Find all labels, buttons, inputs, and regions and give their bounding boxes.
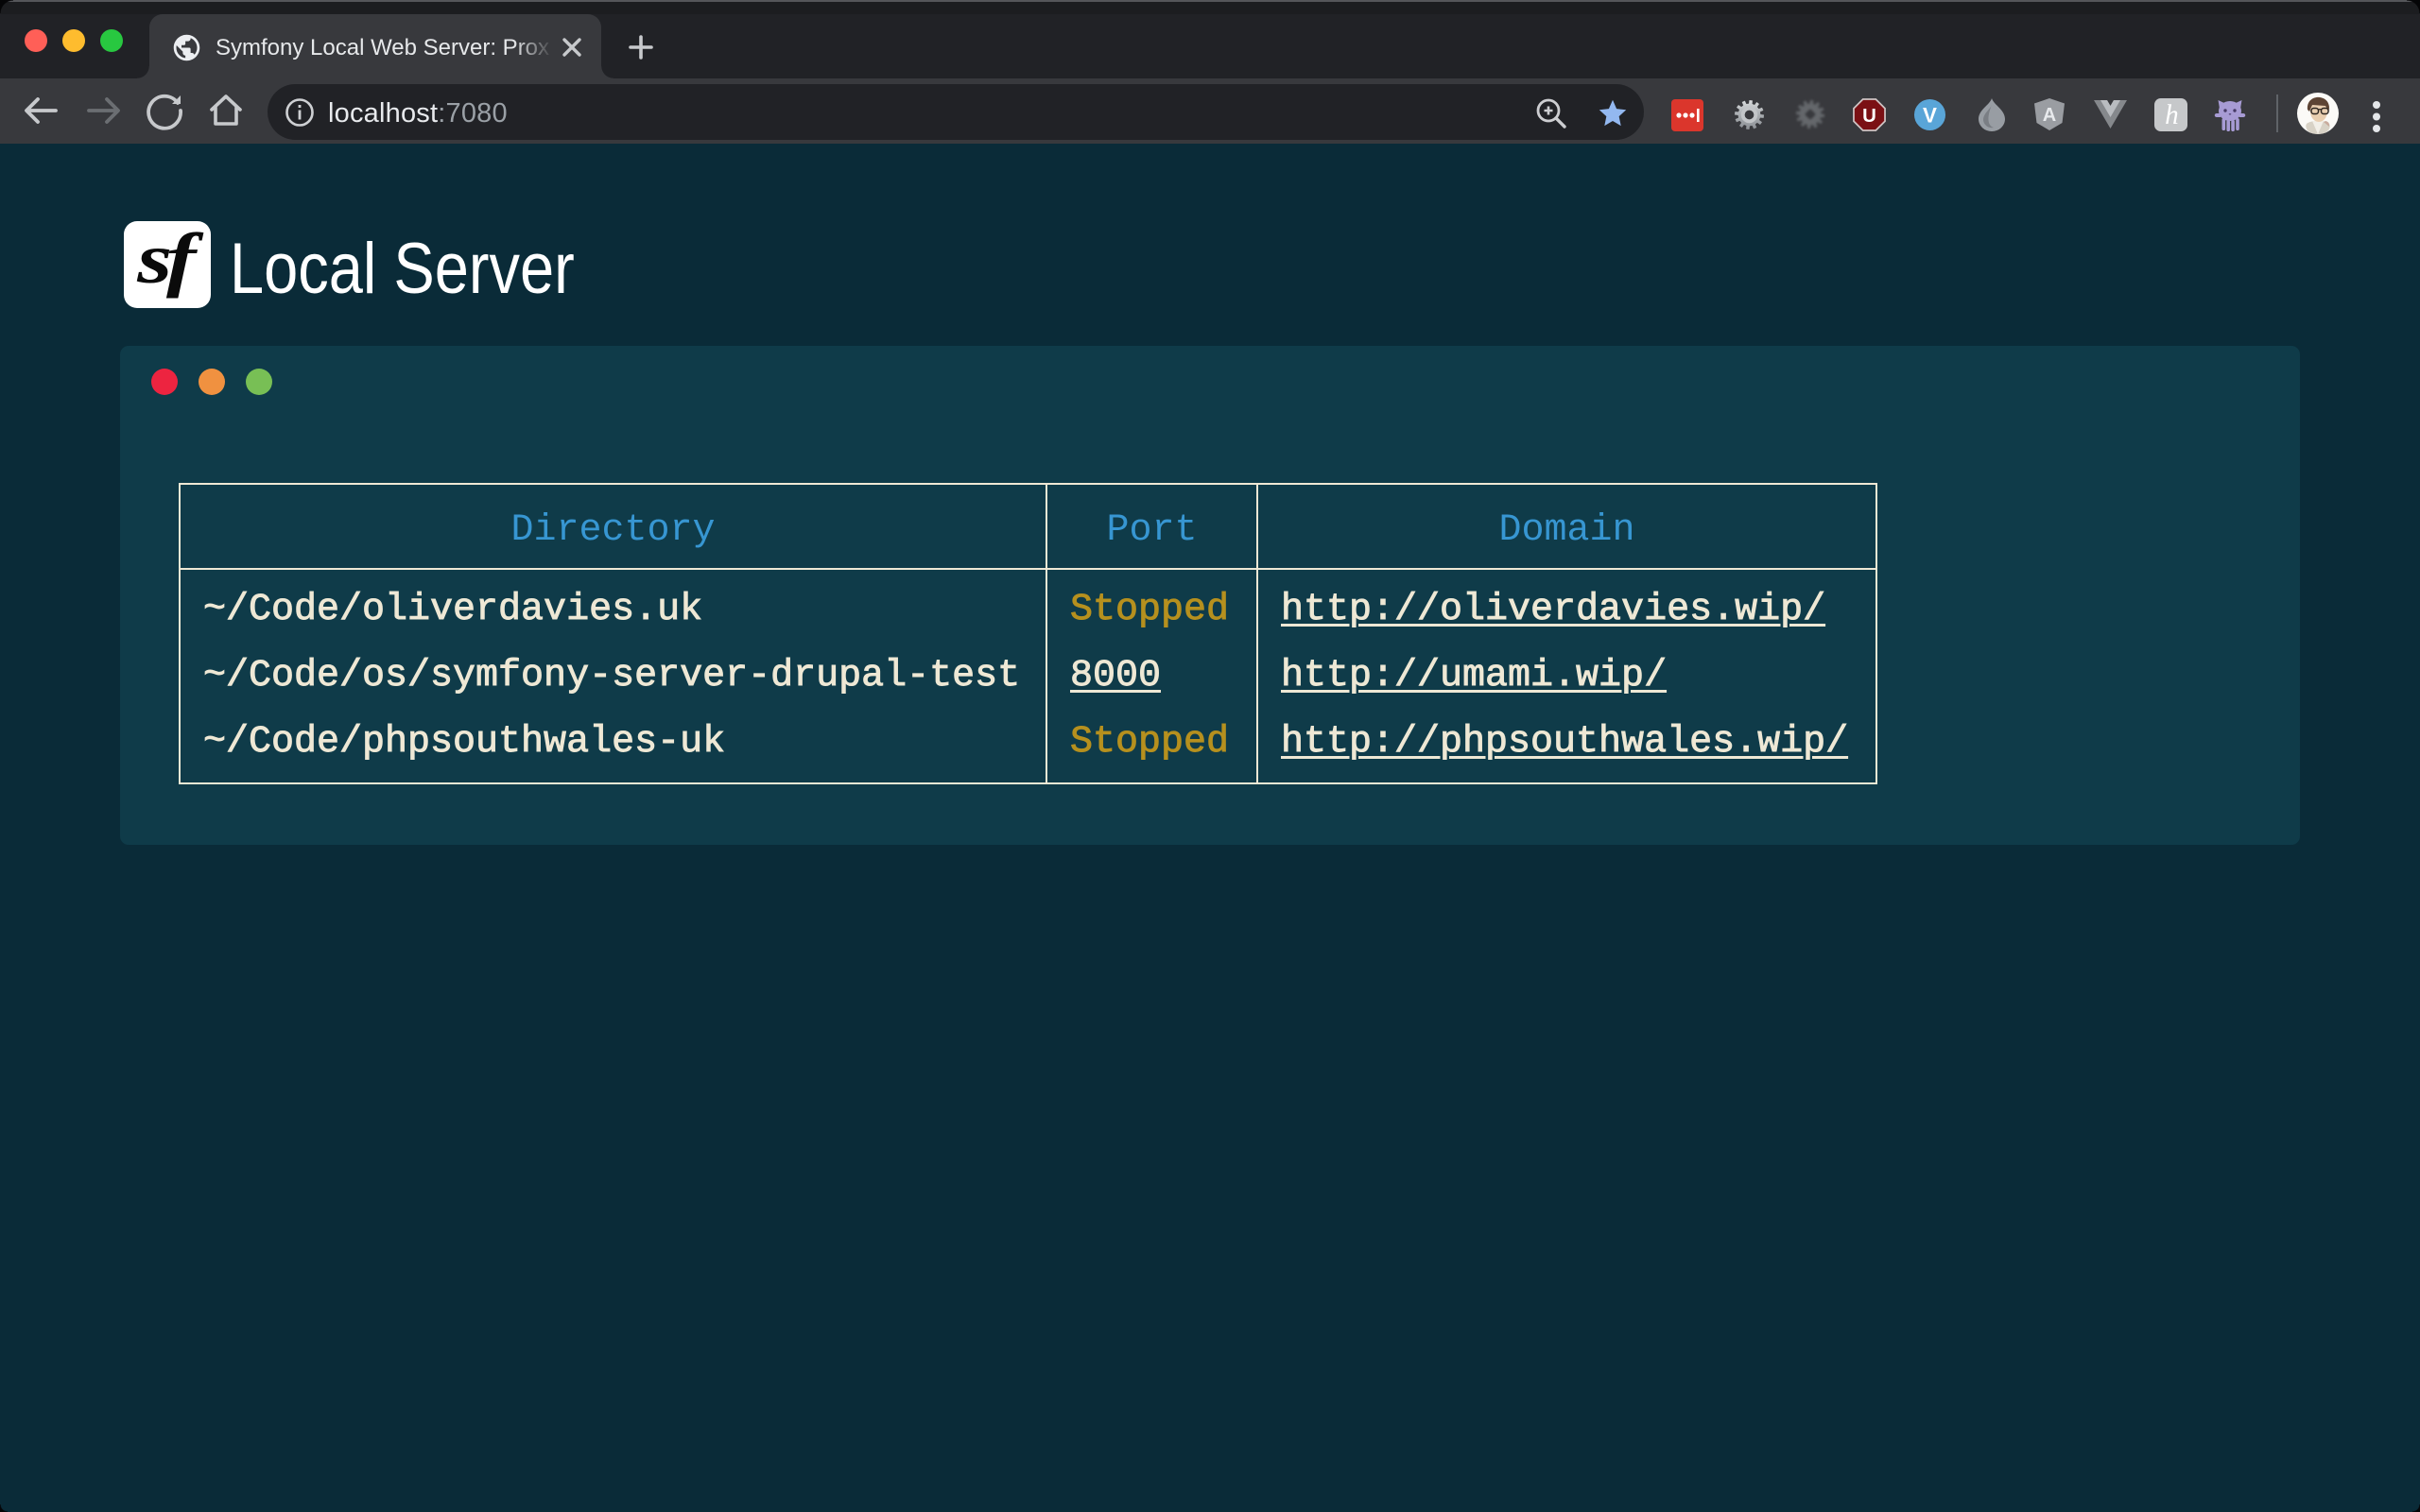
- svg-text:sf: sf: [136, 221, 204, 299]
- svg-text:A: A: [2043, 105, 2056, 126]
- svg-text:V: V: [1923, 103, 1937, 127]
- svg-text:U: U: [1862, 106, 1876, 127]
- svg-text:h: h: [2165, 100, 2179, 130]
